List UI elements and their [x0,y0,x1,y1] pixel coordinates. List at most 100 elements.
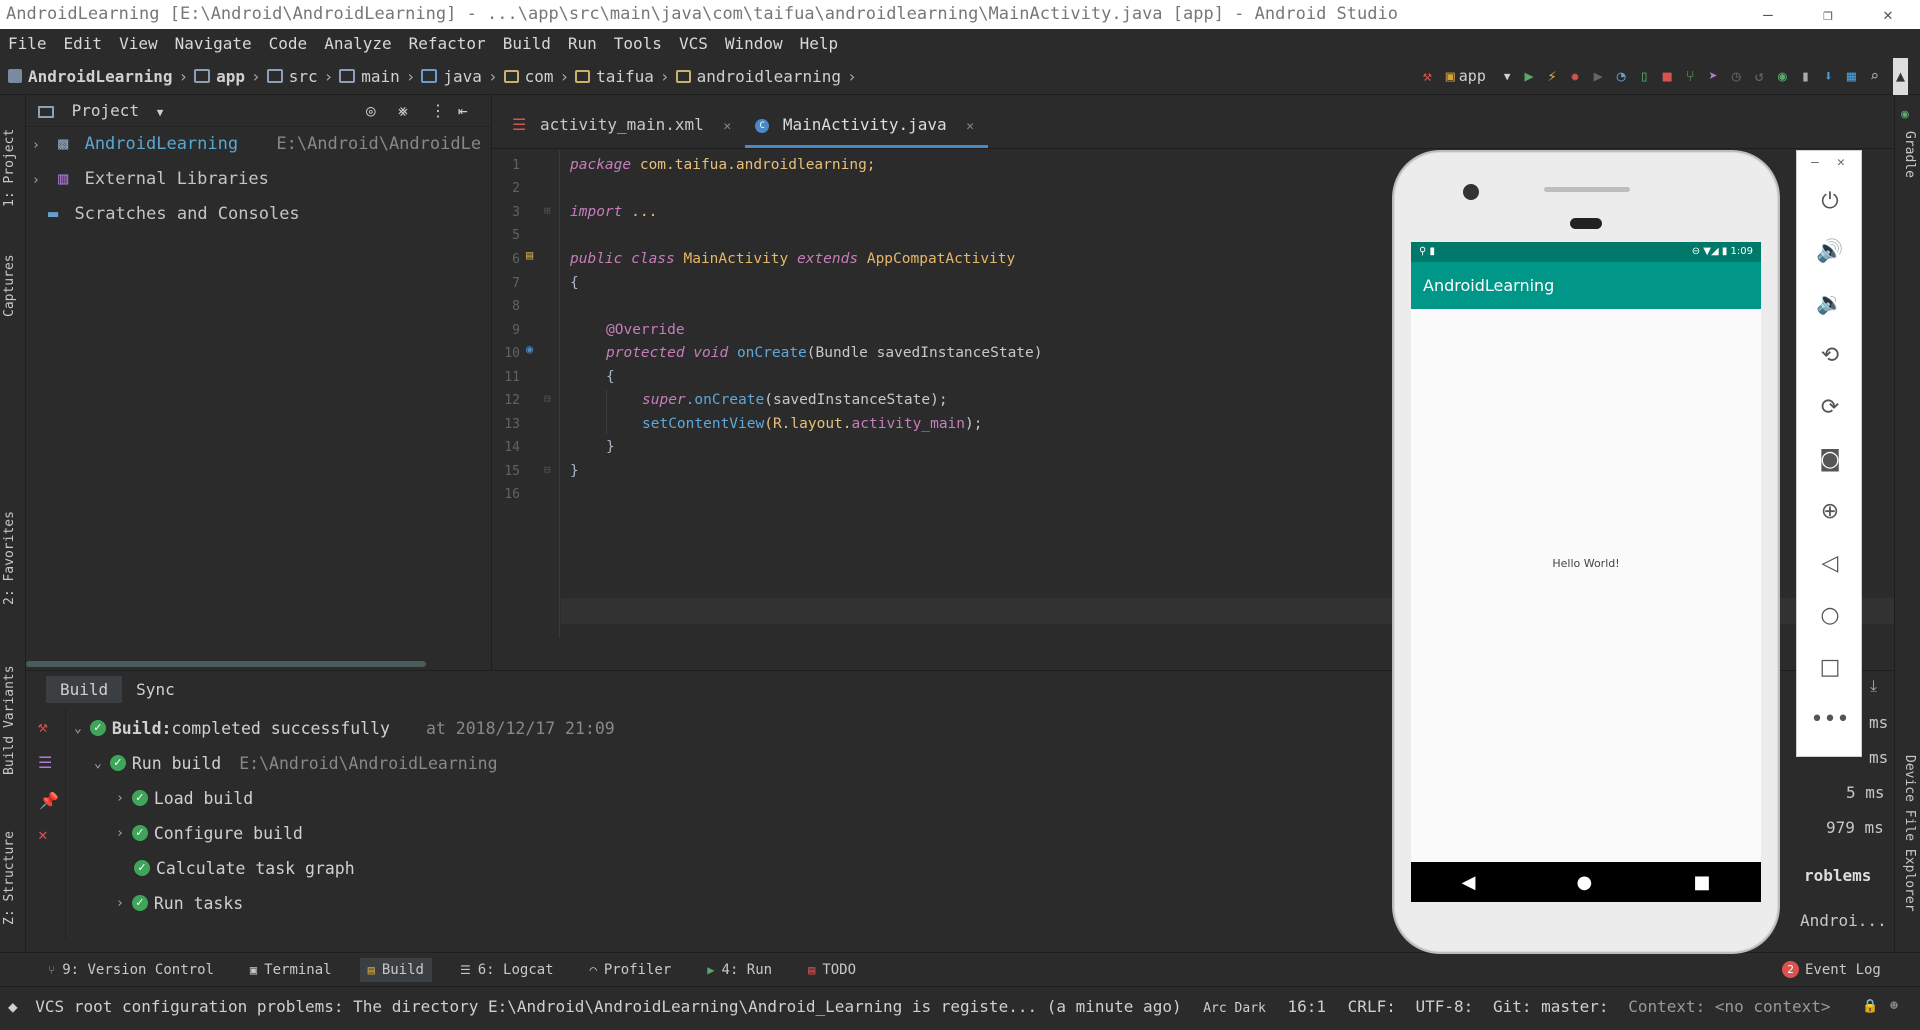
menu-help[interactable]: Help [800,29,839,58]
debug-icon[interactable]: ✹ [1571,58,1580,95]
tab-structure[interactable]: Z: Structure [2,831,17,925]
status-context[interactable]: Context: <no context> [1628,997,1830,1016]
gradle-sync-icon[interactable]: ◉ [1778,58,1787,95]
tab-device-file-explorer[interactable]: Device File Explorer [1902,755,1917,912]
toolwin-terminal[interactable]: ▣ Terminal [242,958,340,982]
breadcrumb-taifua[interactable]: taifua [596,58,654,95]
toolwin-logcat[interactable]: ☰ 6: Logcat [452,958,562,982]
home-icon[interactable]: ● [1577,872,1593,893]
collapse-all-icon[interactable]: ⨳ [398,95,408,127]
locate-icon[interactable]: ◎ [366,95,376,127]
maximize-button[interactable]: ❐ [1808,0,1848,29]
tab-activity-main-xml[interactable]: ☰ activity_main.xml ✕ [502,108,745,148]
tab-project[interactable]: 1: Project [2,129,17,207]
tab-build-variants[interactable]: Build Variants [2,665,17,775]
recents-icon[interactable]: ■ [1693,872,1710,893]
toolwin-todo[interactable]: ▤ TODO [800,958,864,982]
home-icon[interactable]: ○ [1797,603,1863,628]
search-icon[interactable]: ⌕ [1870,58,1879,95]
chevron-right-icon[interactable]: › [32,173,40,188]
breadcrumb-java[interactable]: java [443,58,482,95]
tab-gradle[interactable]: Gradle [1902,131,1917,178]
build-row-load-build[interactable]: › ✓ Load build [116,783,253,813]
rotate-right-icon[interactable]: ⟳ [1797,395,1863,420]
status-encoding[interactable]: UTF-8 [1415,997,1463,1016]
chevron-right-icon[interactable]: › [116,791,124,806]
status-message[interactable]: VCS root configuration problems: The dir… [35,997,1181,1016]
back-icon[interactable]: ◁ [1797,551,1863,576]
sdk-manager-icon[interactable]: ⬇ [1824,58,1833,95]
pin-icon[interactable]: 📌 [39,791,59,810]
breadcrumb-project[interactable]: AndroidLearning [28,58,173,95]
menu-run[interactable]: Run [568,29,597,58]
chevron-right-icon[interactable]: › [116,896,124,911]
build-row-task-graph[interactable]: ✓ Calculate task graph [134,853,355,883]
status-git-branch[interactable]: Git: master [1493,997,1599,1016]
vcs-commit-icon[interactable]: ➤ [1709,58,1718,95]
build-row-status[interactable]: ⌄ ✓ Build: completed successfully at 201… [74,713,615,743]
breadcrumb-app[interactable]: app [216,58,245,95]
menu-edit[interactable]: Edit [64,29,103,58]
power-icon[interactable]: ⏻ [1797,189,1863,214]
fold-icon[interactable]: ⊟ [544,463,551,476]
close-tab-icon[interactable]: ✕ [966,119,974,134]
rotate-left-icon[interactable]: ⟲ [1797,343,1863,368]
revert-icon[interactable]: ↺ [1755,58,1764,95]
menu-analyze[interactable]: Analyze [324,29,391,58]
stop-icon[interactable]: ■ [1663,58,1672,95]
tree-item-external-libraries[interactable]: › ▥ External Libraries [26,162,491,197]
tree-item-scratches[interactable]: ▬ Scratches and Consoles [26,197,491,232]
menu-navigate[interactable]: Navigate [175,29,252,58]
more-options-icon[interactable]: ⋮ [430,95,446,127]
volume-down-icon[interactable]: 🔉 [1797,291,1863,316]
build-row-run-build[interactable]: ⌄ ✓ Run build E:\Android\AndroidLearning [94,748,498,778]
toolwin-build[interactable]: ▤ Build [359,957,432,982]
menu-file[interactable]: File [8,29,47,58]
close-button[interactable]: ✕ [1868,0,1908,29]
run-icon[interactable]: ▶ [1524,58,1533,95]
hide-panel-icon[interactable]: ⇤ [458,95,468,127]
menu-window[interactable]: Window [725,29,783,58]
fold-icon[interactable]: ⊞ [544,204,551,217]
avd-manager-icon[interactable]: ▮ [1801,58,1810,95]
lock-icon[interactable]: 🔒 [1862,987,1878,1027]
overview-icon[interactable]: □ [1797,655,1863,680]
more-icon[interactable]: ••• [1797,707,1863,732]
project-view-select[interactable]: Project [72,101,139,120]
apply-changes-icon[interactable]: ⚡ [1548,58,1557,95]
minimize-button[interactable]: — [1748,0,1788,29]
menu-refactor[interactable]: Refactor [409,29,486,58]
chevron-right-icon[interactable]: › [116,826,124,841]
close-emulator-icon[interactable]: ✕ [1837,155,1845,170]
run-with-coverage-icon[interactable]: ▶ [1594,58,1603,95]
user-icon[interactable]: ▲ [1892,58,1908,95]
history-icon[interactable]: ◷ [1732,58,1741,95]
tab-mainactivity-java[interactable]: C MainActivity.java ✕ [745,108,989,148]
toggle-view-icon[interactable]: ☰ [38,753,52,772]
run-config-select[interactable]: ▣ app ▼ [1446,58,1511,95]
toolwin-version-control[interactable]: ⑂ 9: Version Control [40,958,222,982]
status-theme[interactable]: Arc Dark [1203,1001,1266,1016]
minimize-emulator-icon[interactable]: — [1811,155,1819,170]
override-gutter-icon[interactable]: ◉ [526,342,533,356]
attach-debugger-icon[interactable]: ▯ [1640,58,1649,95]
menu-build[interactable]: Build [503,29,551,58]
menu-code[interactable]: Code [269,29,308,58]
breadcrumb-main[interactable]: main [361,58,400,95]
tab-captures[interactable]: Captures [2,254,17,317]
menu-view[interactable]: View [119,29,158,58]
download-icon[interactable]: ⤓ [1870,676,1877,696]
volume-up-icon[interactable]: 🔊 [1797,239,1863,264]
toolwin-profiler[interactable]: ◠ Profiler [582,958,680,982]
tree-item-project[interactable]: › ▩ AndroidLearning E:\Android\AndroidLe [26,127,491,162]
chevron-down-icon[interactable]: ▼ [157,106,164,119]
status-line-separator[interactable]: CRLF [1348,997,1387,1016]
screenshot-icon[interactable]: ◙ [1797,447,1863,472]
chevron-down-icon[interactable]: ⌄ [94,756,102,771]
status-position[interactable]: 16:1 [1288,997,1327,1016]
tab-sync[interactable]: Sync [122,676,189,703]
build-row-configure-build[interactable]: › ✓ Configure build [116,818,303,848]
hammer-icon[interactable]: ⚒ [38,717,48,736]
vcs-update-icon[interactable]: ⑂ [1686,58,1695,95]
project-structure-icon[interactable]: ▦ [1847,58,1856,95]
